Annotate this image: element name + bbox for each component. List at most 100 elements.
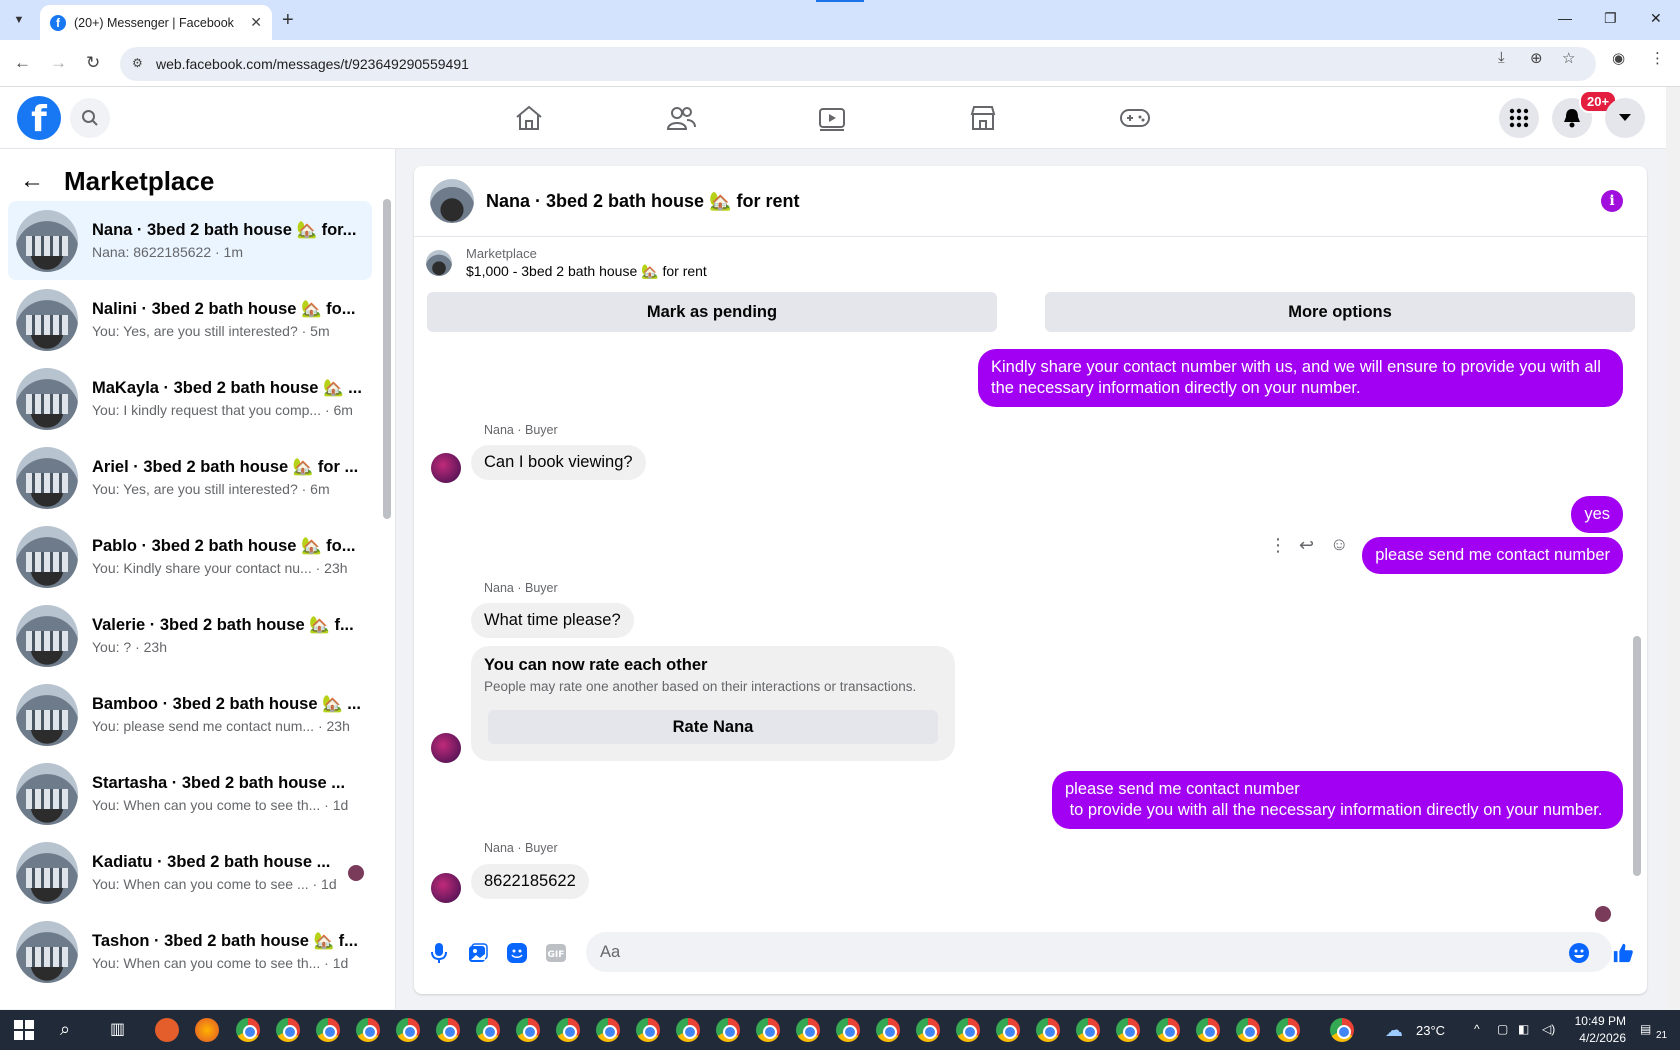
zoom-icon[interactable]: ⊕: [1530, 49, 1543, 67]
account-chevron-icon[interactable]: [1605, 98, 1645, 138]
chrome-icon[interactable]: [1276, 1018, 1300, 1042]
new-tab-icon[interactable]: +: [282, 9, 294, 32]
tray-chevron-icon[interactable]: ^: [1474, 1022, 1480, 1036]
forward-icon[interactable]: →: [50, 53, 67, 73]
info-icon[interactable]: i: [1601, 190, 1623, 212]
listing-summary[interactable]: Marketplace $1,000 - 3bed 2 bath house 🏡…: [426, 246, 707, 280]
chrome-icon[interactable]: [596, 1018, 620, 1042]
sticker-icon[interactable]: [506, 942, 528, 964]
chrome-icon[interactable]: [996, 1018, 1020, 1042]
browser-tab[interactable]: f (20+) Messenger | Facebook ✕: [40, 5, 272, 40]
more-actions-icon[interactable]: ⋮: [1269, 535, 1287, 556]
message-input[interactable]: [586, 932, 1612, 972]
like-thumb-icon[interactable]: [1612, 942, 1634, 964]
conversation-item[interactable]: Kadiatu · 3bed 2 bath house ... You: When…: [8, 833, 372, 912]
chrome-icon[interactable]: [396, 1018, 420, 1042]
tray-device-icon[interactable]: ▢: [1497, 1022, 1508, 1036]
chat-avatar[interactable]: [430, 179, 474, 223]
volume-icon[interactable]: ◁): [1542, 1022, 1555, 1036]
chrome-icon[interactable]: [1330, 1018, 1354, 1042]
url-field[interactable]: ⚙ web.facebook.com/messages/t/9236492905…: [120, 47, 1596, 81]
restore-icon[interactable]: ❐: [1604, 10, 1617, 27]
chrome-icon[interactable]: [916, 1018, 940, 1042]
minimize-icon[interactable]: —: [1558, 10, 1572, 26]
install-icon[interactable]: ⤓: [1498, 49, 1505, 66]
chrome-icon[interactable]: [756, 1018, 780, 1042]
conversation-item[interactable]: Bamboo · 3bed 2 bath house 🏡 ... You: ple…: [8, 675, 372, 754]
thread-scrollbar[interactable]: [1633, 636, 1641, 876]
emoji-icon[interactable]: [1568, 942, 1590, 964]
bookmark-star-icon[interactable]: ☆: [1562, 49, 1575, 67]
page-scrollbar[interactable]: [1666, 87, 1680, 1010]
chrome-icon[interactable]: [356, 1018, 380, 1042]
conversation-item[interactable]: Nalini · 3bed 2 bath house 🏡 fo... You: Y…: [8, 280, 372, 359]
site-info-icon[interactable]: ⚙: [132, 56, 143, 70]
friends-icon[interactable]: [626, 95, 736, 141]
reply-icon[interactable]: ↩: [1299, 535, 1314, 556]
chat-title[interactable]: Nana · 3bed 2 bath house 🏡 for rent: [486, 191, 799, 212]
firefox-icon[interactable]: [195, 1018, 219, 1042]
conversation-item[interactable]: Ariel · 3bed 2 bath house 🏡 for ... You: …: [8, 438, 372, 517]
reload-icon[interactable]: ↻: [86, 53, 100, 73]
profile-icon[interactable]: ◉: [1612, 49, 1625, 67]
chrome-icon[interactable]: [796, 1018, 820, 1042]
back-arrow-icon[interactable]: ←: [20, 167, 44, 195]
chrome-icon[interactable]: [1156, 1018, 1180, 1042]
react-emoji-icon[interactable]: ☺: [1330, 534, 1348, 555]
buyer-avatar[interactable]: [431, 733, 461, 763]
chrome-icon[interactable]: [236, 1018, 260, 1042]
chrome-icon[interactable]: [836, 1018, 860, 1042]
chrome-icon[interactable]: [636, 1018, 660, 1042]
chrome-icon[interactable]: [716, 1018, 740, 1042]
sidebar-scrollbar[interactable]: [383, 199, 391, 519]
search-icon[interactable]: [70, 98, 110, 138]
conversation-item[interactable]: Tashon · 3bed 2 bath house 🏡 f... You: Wh…: [8, 912, 372, 991]
chrome-icon[interactable]: [1076, 1018, 1100, 1042]
taskbar-app-icon[interactable]: [155, 1018, 179, 1042]
chrome-icon[interactable]: [276, 1018, 300, 1042]
rate-nana-button[interactable]: Rate Nana: [488, 710, 938, 744]
more-options-button[interactable]: More options: [1045, 292, 1635, 332]
windows-start-icon[interactable]: [14, 1020, 34, 1040]
chrome-icon[interactable]: [876, 1018, 900, 1042]
chrome-icon[interactable]: [436, 1018, 460, 1042]
menu-kebab-icon[interactable]: ⋮: [1650, 49, 1665, 67]
chrome-icon[interactable]: [1116, 1018, 1140, 1042]
gif-icon[interactable]: GIF: [545, 942, 567, 964]
task-view-icon[interactable]: ▥: [110, 1019, 125, 1039]
conversation-item[interactable]: Pablo · 3bed 2 bath house 🏡 fo... You: Ki…: [8, 517, 372, 596]
gaming-icon[interactable]: [1080, 95, 1190, 141]
facebook-logo-icon[interactable]: f: [17, 96, 61, 140]
chrome-icon[interactable]: [476, 1018, 500, 1042]
back-icon[interactable]: ←: [14, 53, 31, 73]
microphone-icon[interactable]: [428, 942, 450, 964]
taskbar-search-icon[interactable]: ⌕: [60, 1019, 70, 1040]
close-tab-icon[interactable]: ✕: [250, 14, 262, 31]
network-icon[interactable]: ◧: [1518, 1022, 1529, 1036]
chrome-icon[interactable]: [1196, 1018, 1220, 1042]
chrome-icon[interactable]: [556, 1018, 580, 1042]
watch-icon[interactable]: [777, 95, 887, 141]
conversation-item[interactable]: Startasha · 3bed 2 bath house ... You: Wh…: [8, 754, 372, 833]
weather-icon[interactable]: ☁: [1385, 1020, 1403, 1041]
chrome-icon[interactable]: [1236, 1018, 1260, 1042]
menu-grid-icon[interactable]: [1499, 98, 1539, 138]
close-window-icon[interactable]: ✕: [1650, 10, 1662, 27]
home-icon[interactable]: [474, 95, 584, 141]
chrome-icon[interactable]: [516, 1018, 540, 1042]
chrome-icon[interactable]: [676, 1018, 700, 1042]
tab-list-icon[interactable]: ▼: [8, 9, 30, 31]
chrome-icon[interactable]: [316, 1018, 340, 1042]
notification-center-icon[interactable]: ▤: [1640, 1022, 1651, 1036]
conversation-snippet: You: Kindly share your contact nu... · 2…: [92, 560, 348, 576]
chrome-icon[interactable]: [1036, 1018, 1060, 1042]
buyer-avatar[interactable]: [431, 873, 461, 903]
buyer-avatar[interactable]: [431, 453, 461, 483]
conversation-item[interactable]: Nana · 3bed 2 bath house 🏡 for... Nana: 8…: [8, 201, 372, 280]
chrome-icon[interactable]: [956, 1018, 980, 1042]
mark-pending-button[interactable]: Mark as pending: [427, 292, 997, 332]
conversation-item[interactable]: MaKayla · 3bed 2 bath house 🏡 ... You: I …: [8, 359, 372, 438]
marketplace-icon[interactable]: [928, 95, 1038, 141]
image-icon[interactable]: [467, 942, 489, 964]
conversation-item[interactable]: Valerie · 3bed 2 bath house 🏡 f... You: ?…: [8, 596, 372, 675]
